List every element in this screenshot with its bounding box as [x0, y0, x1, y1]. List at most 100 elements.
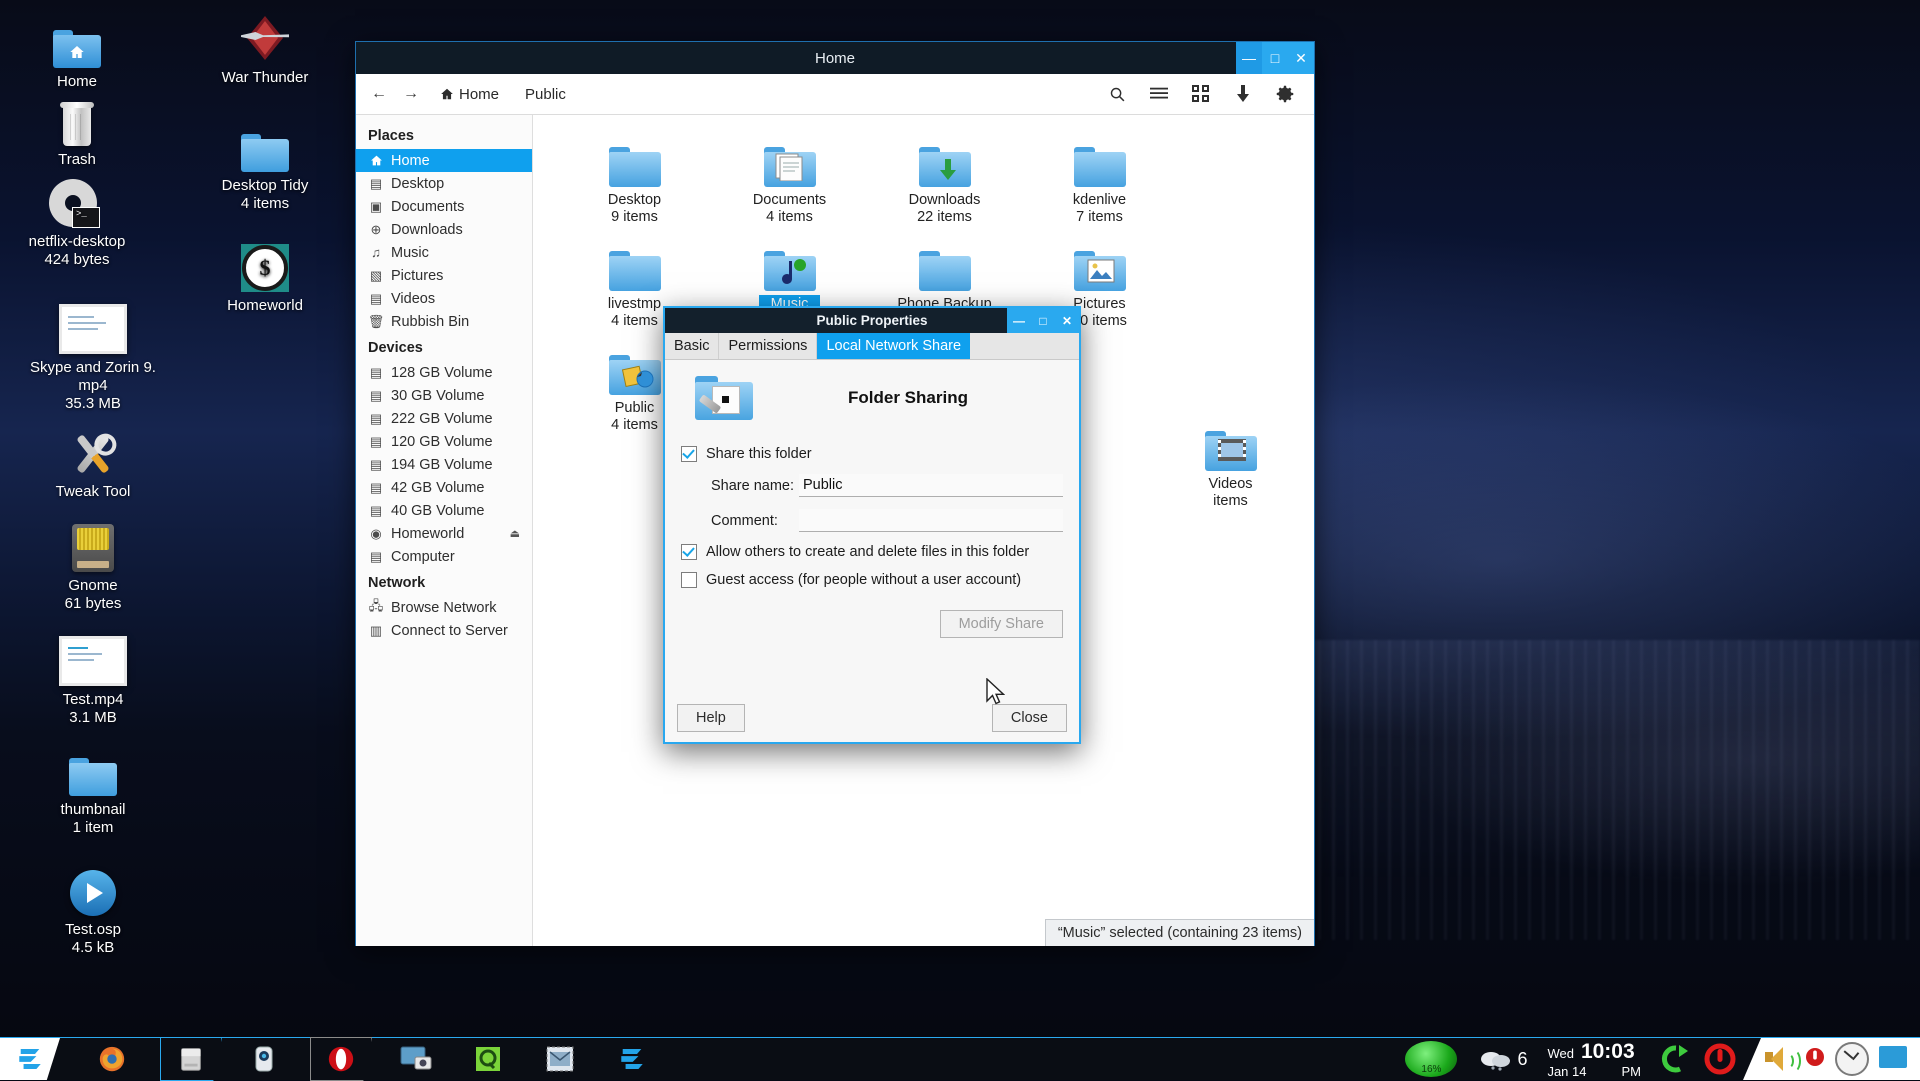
breadcrumb-public[interactable]: Public [515, 83, 576, 106]
zorin-app-icon[interactable] [602, 1038, 662, 1080]
tab-permissions[interactable]: Permissions [719, 333, 817, 359]
sidebar-item-rubbish-bin[interactable]: 🗑 Rubbish Bin [356, 310, 532, 333]
desktop-icon-test-osp[interactable]: Test.osp 4.5 kB [28, 862, 158, 957]
window-controls[interactable]: — □ ✕ [1236, 42, 1314, 74]
maximize-button[interactable]: □ [1262, 42, 1288, 74]
system-tray[interactable]: 16% 6 Wed10:03 Jan 14PM [1405, 1038, 1920, 1080]
mail-icon[interactable] [530, 1038, 590, 1080]
sidebar-item-pictures[interactable]: ▧ Pictures [356, 264, 532, 287]
comment-row[interactable]: Comment: [681, 509, 1063, 532]
taskbar[interactable]: 16% 6 Wed10:03 Jan 14PM [0, 1037, 1920, 1080]
display-icon[interactable] [1878, 1045, 1908, 1074]
desktop-icon-test-mp4[interactable]: Test.mp4 3.1 MB [28, 632, 158, 727]
file-item-videos[interactable]: Videositems [1153, 413, 1308, 511]
tray-icons-area[interactable] [1743, 1038, 1920, 1080]
tab-basic[interactable]: Basic [665, 333, 719, 359]
forward-button[interactable]: → [398, 81, 424, 107]
file-item[interactable]: Documents4 items [712, 129, 867, 227]
file-item[interactable]: Desktop9 items [557, 129, 712, 227]
allow-others-checkbox[interactable] [681, 544, 697, 560]
file-manager-toolbar[interactable]: ← → Home Public [356, 74, 1314, 115]
file-item[interactable]: kdenlive7 items [1022, 129, 1177, 227]
dialog-titlebar[interactable]: Public Properties — □ ✕ [665, 308, 1079, 333]
sidebar-item-videos[interactable]: ▤ Videos [356, 287, 532, 310]
tab-local-network-share[interactable]: Local Network Share [817, 333, 970, 359]
sidebar-item-music[interactable]: ♫ Music [356, 241, 532, 264]
clock-ampm: PM [1622, 1065, 1642, 1078]
search-icon[interactable] [1104, 81, 1130, 107]
sidebar-item-volume-42gb[interactable]: ▤ 42 GB Volume [356, 476, 532, 499]
volume-icon[interactable] [1765, 1047, 1795, 1071]
dialog-maximize-button[interactable]: □ [1031, 308, 1055, 333]
shutdown-icon[interactable] [1703, 1042, 1737, 1076]
opera-icon[interactable] [310, 1037, 372, 1081]
sidebar-item-computer[interactable]: ▤ Computer [356, 545, 532, 568]
sidebar-item-documents[interactable]: ▣ Documents [356, 195, 532, 218]
breadcrumb-home[interactable]: Home [430, 83, 509, 106]
modify-share-button[interactable]: Modify Share [940, 610, 1063, 638]
desktop-icon-thumbnail[interactable]: thumbnail 1 item [28, 742, 158, 837]
weather-widget[interactable]: 6 [1479, 1046, 1527, 1072]
sidebar-item-browse-network[interactable]: 🖧 Browse Network [356, 596, 532, 619]
list-view-icon[interactable] [1146, 81, 1172, 107]
comment-input[interactable] [799, 509, 1063, 532]
sidebar-item-volume-128gb[interactable]: ▤ 128 GB Volume [356, 361, 532, 384]
qt-app-icon[interactable] [458, 1038, 518, 1080]
desktop-icon-war-thunder[interactable]: War Thunder [190, 10, 340, 87]
file-sub: 7 items [1076, 209, 1123, 225]
firefox-icon[interactable] [82, 1038, 142, 1080]
sidebar-item-volume-120gb[interactable]: ▤ 120 GB Volume [356, 430, 532, 453]
file-item[interactable]: Downloads22 items [867, 129, 1022, 227]
screenshot-icon[interactable] [386, 1038, 446, 1080]
clock-widget[interactable]: Wed10:03 Jan 14PM [1547, 1041, 1641, 1078]
record-icon[interactable] [1804, 1046, 1826, 1073]
grid-view-icon[interactable] [1188, 81, 1214, 107]
close-button[interactable]: ✕ [1288, 42, 1314, 74]
window-titlebar[interactable]: Home — □ ✕ [356, 42, 1314, 74]
desktop-icon-desktop-tidy[interactable]: Desktop Tidy 4 items [190, 118, 340, 213]
status-text: “Music” selected (containing 23 items) [1058, 925, 1302, 941]
share-this-folder-row[interactable]: Share this folder [681, 446, 1063, 462]
sidebar-item-home[interactable]: Home [356, 149, 532, 172]
desktop-icon-homeworld[interactable]: $ Homeworld [190, 238, 340, 315]
sidebar-item-volume-222gb[interactable]: ▤ 222 GB Volume [356, 407, 532, 430]
gear-icon[interactable] [1272, 81, 1298, 107]
dialog-minimize-button[interactable]: — [1007, 308, 1031, 333]
dialog-window-controls[interactable]: — □ ✕ [1007, 308, 1079, 333]
media-player-icon[interactable] [234, 1038, 294, 1080]
restart-icon[interactable] [1659, 1042, 1693, 1076]
sidebar-item-volume-40gb[interactable]: ▤ 40 GB Volume [356, 499, 532, 522]
public-properties-dialog[interactable]: Public Properties — □ ✕ Basic Permission… [663, 306, 1081, 744]
share-this-folder-checkbox[interactable] [681, 446, 697, 462]
minimize-button[interactable]: — [1236, 42, 1262, 74]
desktop-icon-tweak-tool[interactable]: Tweak Tool [28, 424, 158, 501]
desktop-icon-netflix-desktop[interactable]: netflix-desktop 424 bytes [12, 174, 142, 269]
eject-icon[interactable]: ⏏ [510, 527, 520, 540]
sidebar-item-connect-to-server[interactable]: ▥ Connect to Server [356, 619, 532, 642]
sidebar-item-volume-30gb[interactable]: ▤ 30 GB Volume [356, 384, 532, 407]
sidebar-item-desktop[interactable]: ▤ Desktop [356, 172, 532, 195]
sidebar-item-homeworld[interactable]: ◉ Homeworld ⏏ [356, 522, 532, 545]
sidebar-item-downloads[interactable]: ⊕ Downloads [356, 218, 532, 241]
back-button[interactable]: ← [366, 81, 392, 107]
battery-indicator[interactable]: 16% [1405, 1041, 1457, 1077]
allow-others-row[interactable]: Allow others to create and delete files … [681, 544, 1063, 560]
desktop-icon-skype-zorin-mp4[interactable]: Skype and Zorin 9. mp4 35.3 MB [28, 300, 158, 413]
clock-icon[interactable] [1835, 1042, 1869, 1076]
file-manager-icon[interactable] [160, 1037, 222, 1081]
guest-access-row[interactable]: Guest access (for people without a user … [681, 572, 1063, 588]
desktop-icon-home[interactable]: Home [22, 14, 132, 91]
close-button[interactable]: Close [992, 704, 1067, 732]
dialog-close-button[interactable]: ✕ [1055, 308, 1079, 333]
help-button[interactable]: Help [677, 704, 745, 732]
desktop-icon-gnome[interactable]: Gnome 61 bytes [28, 518, 158, 613]
sidebar-item-volume-194gb[interactable]: ▤ 194 GB Volume [356, 453, 532, 476]
places-sidebar[interactable]: Places Home ▤ Desktop ▣ Documents ⊕ Down… [356, 115, 533, 946]
dialog-tabs[interactable]: Basic Permissions Local Network Share [665, 333, 1079, 360]
share-name-row[interactable]: Share name: [681, 474, 1063, 497]
share-name-input[interactable] [799, 474, 1063, 497]
desktop-icon-trash[interactable]: Trash [22, 92, 132, 169]
zorin-menu-icon[interactable] [0, 1038, 60, 1080]
download-icon[interactable] [1230, 81, 1256, 107]
guest-access-checkbox[interactable] [681, 572, 697, 588]
